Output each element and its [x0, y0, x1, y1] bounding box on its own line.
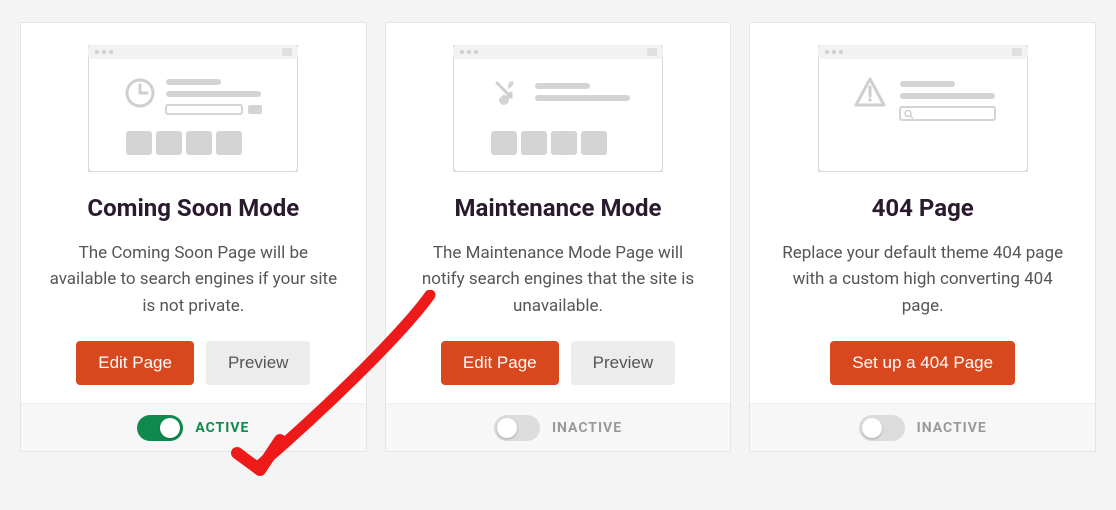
card-status-bar: INACTIVE [386, 403, 731, 451]
button-row: Edit Page Preview [441, 341, 675, 385]
card-body: Coming Soon Mode The Coming Soon Page wi… [21, 23, 366, 403]
edit-page-button[interactable]: Edit Page [76, 341, 194, 385]
404-page-card: 404 Page Replace your default theme 404 … [749, 22, 1096, 452]
button-row: Edit Page Preview [76, 341, 310, 385]
warning-icon [856, 79, 884, 105]
preview-button[interactable]: Preview [571, 341, 675, 385]
card-description: Replace your default theme 404 page with… [778, 240, 1067, 319]
card-title: Coming Soon Mode [87, 194, 299, 222]
card-body: 404 Page Replace your default theme 404 … [750, 23, 1095, 403]
setup-404-button[interactable]: Set up a 404 Page [830, 341, 1015, 385]
status-label: INACTIVE [917, 420, 987, 436]
active-toggle[interactable] [859, 415, 905, 441]
status-label: INACTIVE [552, 420, 622, 436]
card-title: 404 Page [872, 194, 974, 222]
coming-soon-card: Coming Soon Mode The Coming Soon Page wi… [20, 22, 367, 452]
active-toggle[interactable] [494, 415, 540, 441]
mode-cards-row: Coming Soon Mode The Coming Soon Page wi… [0, 0, 1116, 452]
button-row: Set up a 404 Page [830, 341, 1015, 385]
card-status-bar: ACTIVE [21, 403, 366, 451]
card-description: The Coming Soon Page will be available t… [49, 240, 338, 319]
clock-icon [127, 80, 153, 106]
card-body: Maintenance Mode The Maintenance Mode Pa… [386, 23, 731, 403]
card-title: Maintenance Mode [455, 194, 662, 222]
maintenance-card: Maintenance Mode The Maintenance Mode Pa… [385, 22, 732, 452]
active-toggle[interactable] [137, 415, 183, 441]
coming-soon-thumbnail [88, 45, 298, 172]
preview-button[interactable]: Preview [206, 341, 310, 385]
status-label: ACTIVE [195, 420, 249, 436]
card-status-bar: INACTIVE [750, 403, 1095, 451]
404-thumbnail [818, 45, 1028, 172]
card-description: The Maintenance Mode Page will notify se… [414, 240, 703, 319]
maintenance-thumbnail [453, 45, 663, 172]
edit-page-button[interactable]: Edit Page [441, 341, 559, 385]
tools-icon [497, 81, 513, 105]
